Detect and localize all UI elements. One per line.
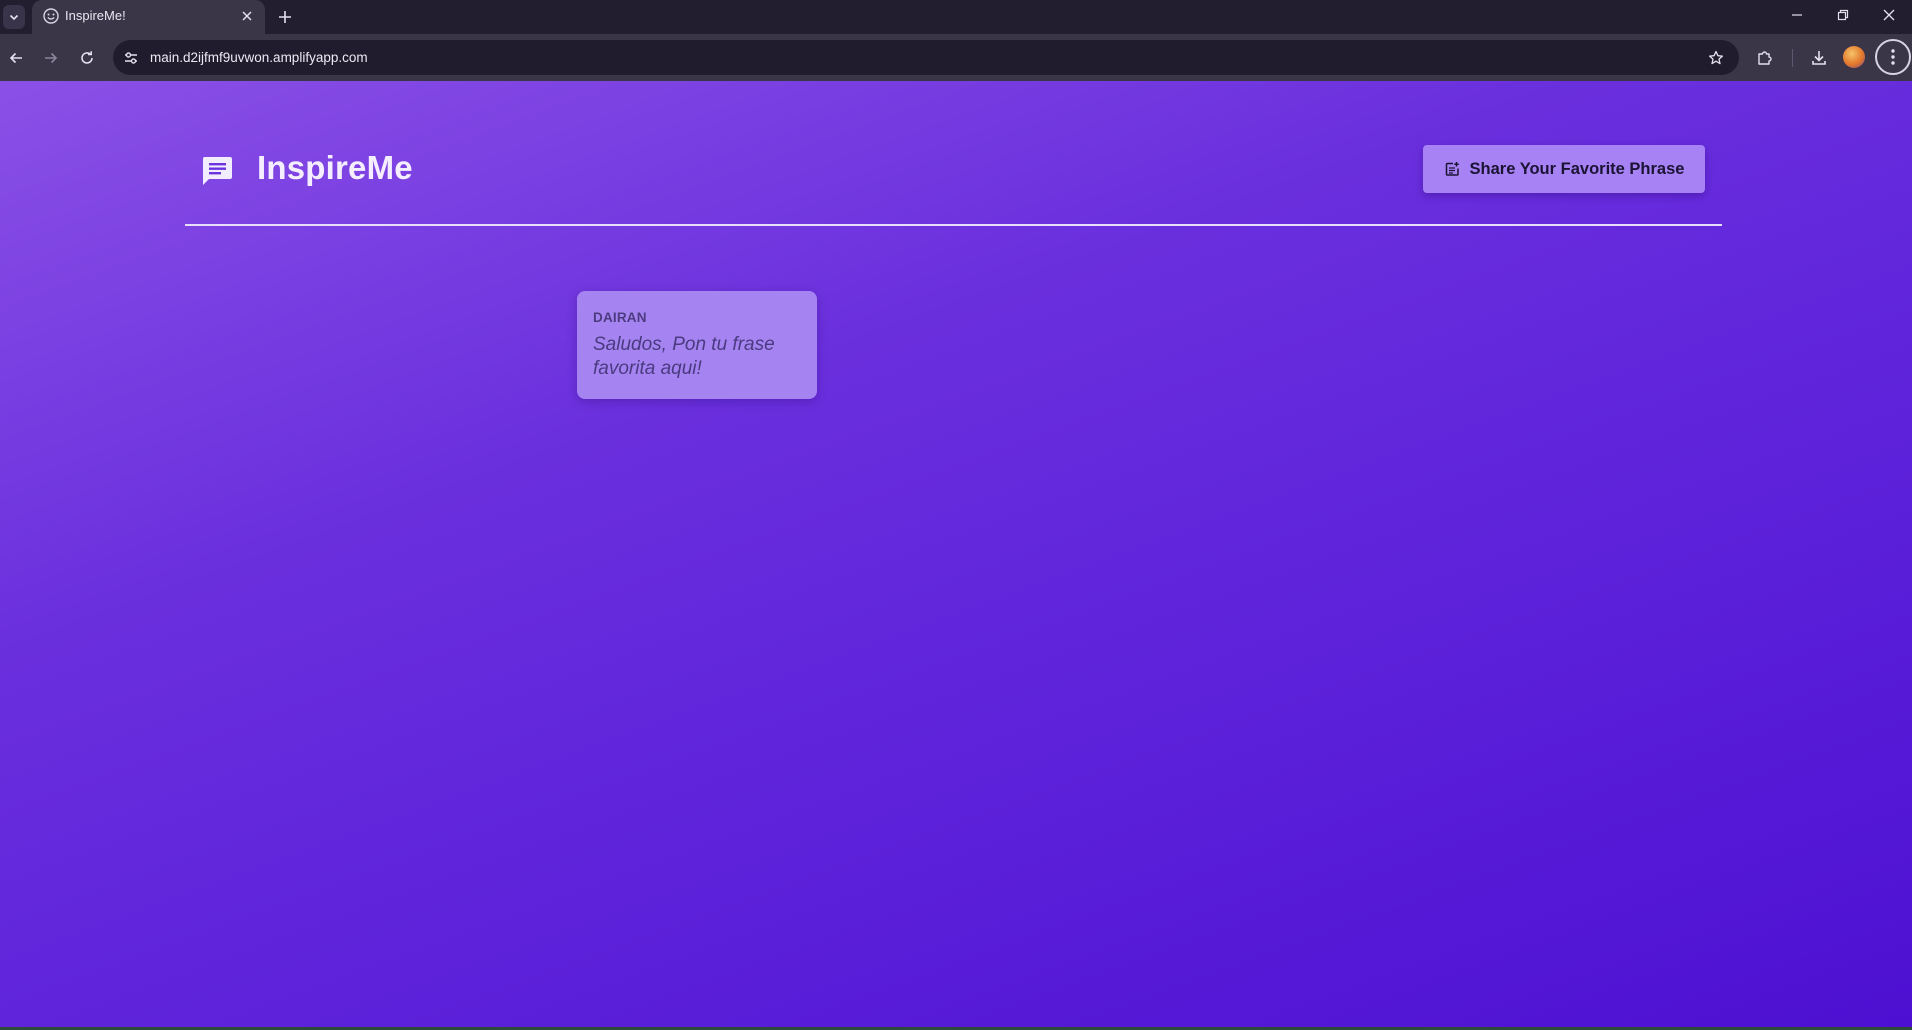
puzzle-icon: [1758, 51, 1772, 65]
chevron-down-icon: [9, 14, 19, 21]
plus-icon: [279, 11, 291, 23]
extensions-button[interactable]: [1750, 43, 1780, 73]
downloads-button[interactable]: [1804, 43, 1834, 73]
tab-close-button[interactable]: [237, 6, 257, 26]
close-icon: [1883, 9, 1895, 21]
phrase-author: DAIRAN: [593, 310, 647, 325]
reload-button[interactable]: [73, 44, 101, 72]
close-icon: [242, 11, 252, 21]
reload-icon: [81, 51, 93, 64]
tab-search-button[interactable]: [3, 5, 25, 29]
browser-tab-strip: InspireMe!: [0, 0, 1912, 34]
post-add-icon: [1445, 162, 1459, 176]
browser-menu-button[interactable]: [1875, 39, 1911, 75]
share-phrase-button[interactable]: Share Your Favorite Phrase: [1423, 145, 1705, 193]
arrow-left-icon: [9, 52, 22, 64]
arrow-right-icon: [45, 52, 58, 64]
download-icon: [1812, 51, 1826, 65]
restore-icon: [1837, 9, 1849, 21]
share-button-label: Share Your Favorite Phrase: [1469, 159, 1685, 178]
chat-bubble-icon: [202, 157, 232, 185]
address-bar[interactable]: main.d2ijfmf9uvwon.amplifyapp.com: [113, 40, 1739, 75]
toolbar-separator: [1792, 49, 1793, 67]
back-button[interactable]: [2, 44, 30, 72]
phrase-text: Saludos, Pon tu frase favorita aqui!: [593, 334, 775, 379]
url-text[interactable]: main.d2ijfmf9uvwon.amplifyapp.com: [150, 50, 368, 65]
bookmark-button[interactable]: [1705, 47, 1727, 69]
page-viewport: InspireMe Share Your Favorite Phrase DAI…: [0, 81, 1912, 1027]
minimize-icon: [1792, 14, 1802, 16]
site-info-button[interactable]: [121, 48, 141, 68]
forward-button[interactable]: [37, 44, 65, 72]
minimize-window-button[interactable]: [1774, 0, 1820, 30]
profile-avatar[interactable]: [1843, 46, 1865, 68]
browser-tab-active[interactable]: InspireMe!: [32, 0, 265, 34]
smiley-favicon-icon: [43, 8, 59, 24]
browser-toolbar: main.d2ijfmf9uvwon.amplifyapp.com: [0, 34, 1912, 81]
new-tab-button[interactable]: [272, 4, 298, 30]
phrase-card: DAIRAN Saludos, Pon tu frase favorita aq…: [577, 291, 817, 399]
star-icon: [1708, 50, 1724, 65]
more-vertical-icon: [1891, 49, 1895, 65]
tab-title: InspireMe!: [65, 8, 126, 23]
close-window-button[interactable]: [1866, 0, 1912, 30]
header-divider: [185, 224, 1722, 226]
app-title: InspireMe: [257, 149, 413, 186]
restore-window-button[interactable]: [1820, 0, 1866, 30]
tune-icon: [125, 52, 137, 64]
